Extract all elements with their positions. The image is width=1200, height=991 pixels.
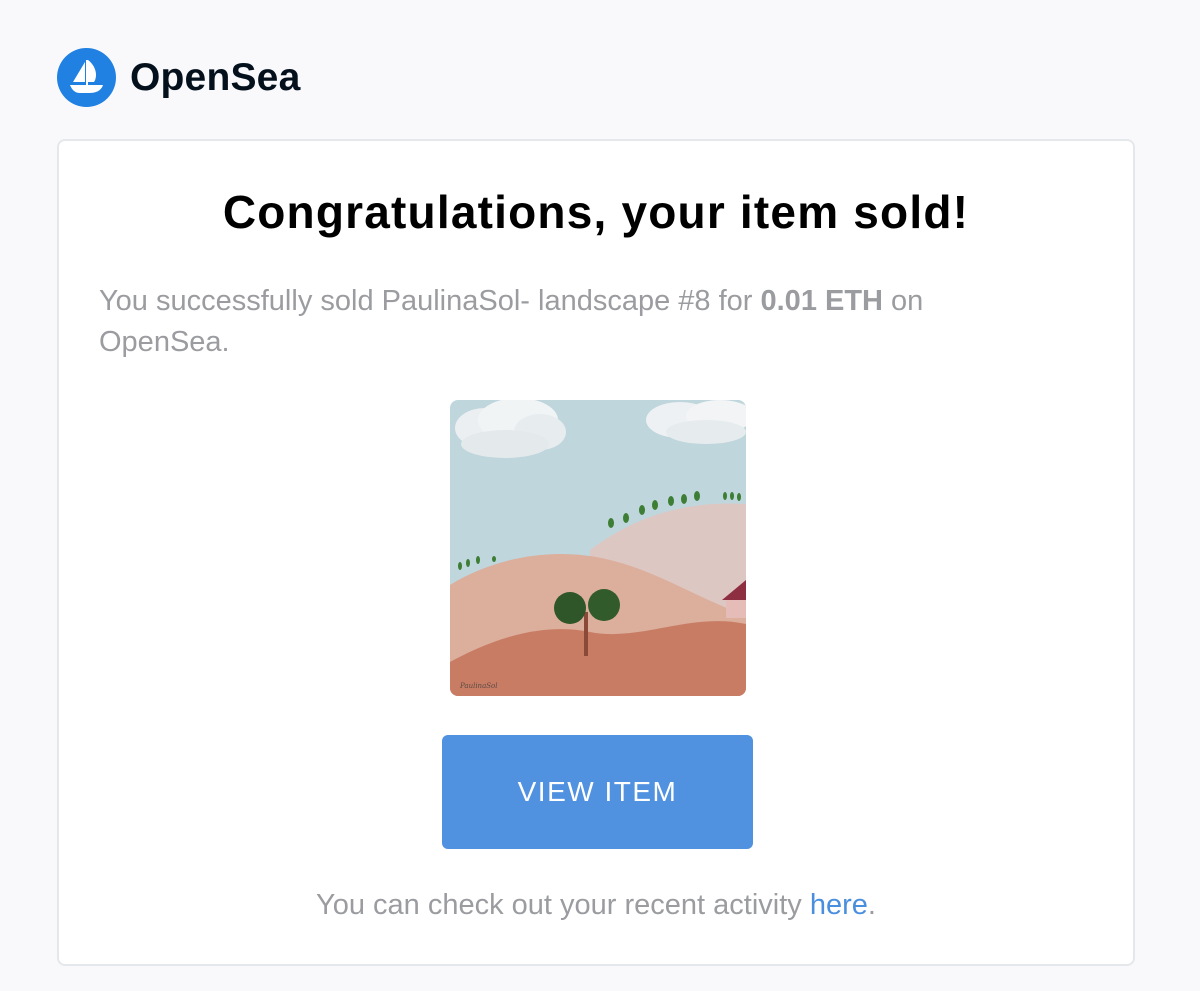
view-item-button[interactable]: VIEW ITEM: [442, 735, 753, 849]
activity-link[interactable]: here: [810, 889, 868, 921]
notification-card: Congratulations, your item sold! You suc…: [57, 139, 1135, 966]
sailboat-icon: [69, 59, 103, 93]
landscape-artwork: PaulinaSol: [450, 400, 746, 696]
email-header: OpenSea: [57, 48, 300, 107]
sale-price: 0.01 ETH: [760, 285, 884, 317]
sale-message-prefix: You successfully sold PaulinaSol- landsc…: [99, 285, 761, 317]
activity-footer: You can check out your recent activity h…: [59, 889, 1133, 922]
email-page: OpenSea Congratulations, your item sold!…: [0, 0, 1200, 991]
artist-signature: PaulinaSol: [459, 682, 498, 690]
email-title: Congratulations, your item sold!: [222, 186, 970, 238]
brand-name: OpenSea: [130, 55, 301, 99]
opensea-logo: [57, 48, 116, 107]
footer-prefix: You can check out your recent activity: [316, 889, 810, 921]
nft-thumbnail: PaulinaSol: [450, 400, 746, 696]
sale-message: You successfully sold PaulinaSol- landsc…: [99, 281, 1023, 363]
footer-suffix: .: [867, 889, 876, 921]
